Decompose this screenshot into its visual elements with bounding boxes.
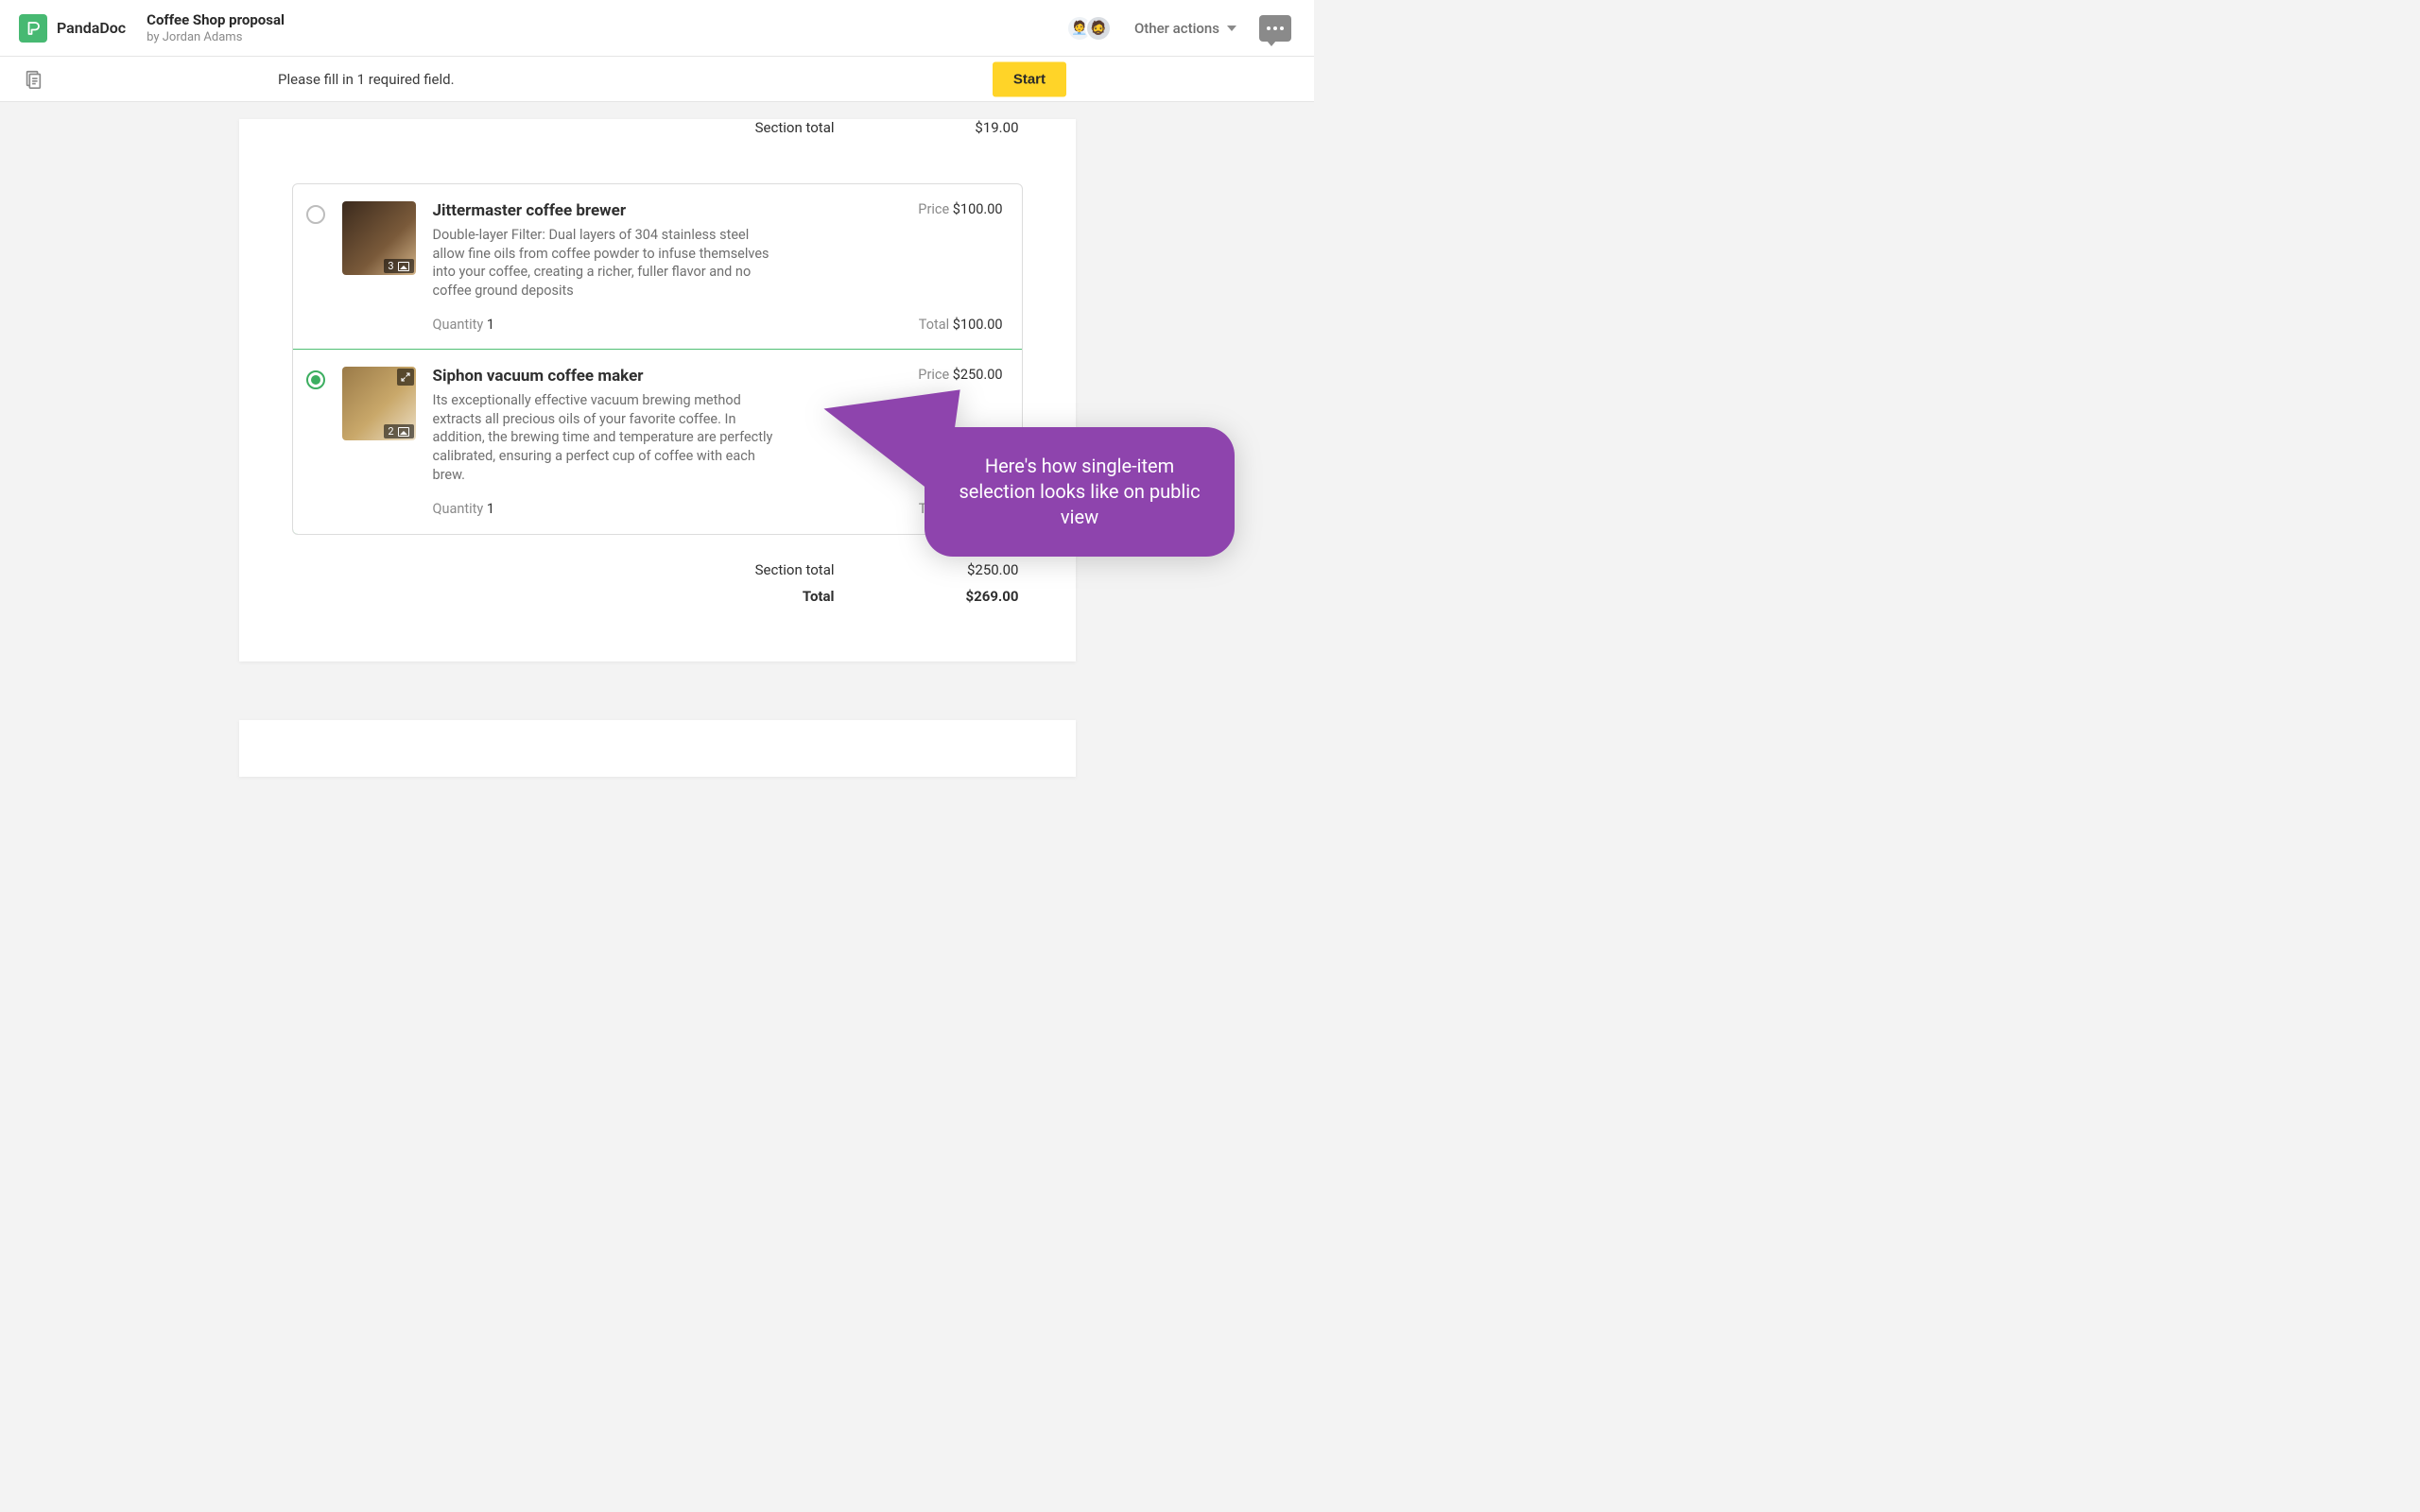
- required-fields-message: Please fill in 1 required field.: [278, 71, 455, 88]
- radio-selected[interactable]: [306, 370, 325, 389]
- start-button[interactable]: Start: [993, 61, 1066, 96]
- line-total-value: $100.00: [953, 317, 1003, 333]
- radio-unselected[interactable]: [306, 205, 325, 224]
- document-author: by Jordan Adams: [147, 30, 285, 44]
- other-actions-label: Other actions: [1134, 20, 1219, 37]
- product-footer: Quantity 1 Total $100.00: [433, 317, 1003, 333]
- collaborator-avatars[interactable]: 🧑‍💼 🧔: [1066, 15, 1112, 42]
- product-price: Price $100.00: [918, 201, 1002, 217]
- quantity-value: 1: [487, 317, 494, 333]
- document-meta: Coffee Shop proposal by Jordan Adams: [147, 11, 285, 44]
- brand-logo: [19, 14, 47, 43]
- product-thumbnail[interactable]: 2: [342, 367, 416, 440]
- section-total-label: Section total: [755, 561, 835, 578]
- document-title: Coffee Shop proposal: [147, 11, 285, 28]
- document-outline-button[interactable]: [23, 69, 43, 90]
- author-prefix: by: [147, 30, 163, 44]
- section-total-row: Section total $250.00: [277, 561, 1038, 578]
- expand-thumbnail-button[interactable]: [397, 369, 414, 386]
- avatar[interactable]: 🧔: [1085, 15, 1112, 42]
- chat-icon: [1267, 26, 1284, 30]
- product-body: Jittermaster coffee brewer Double-layer …: [433, 201, 1003, 333]
- section-total-label: Section total: [755, 119, 835, 136]
- quantity-value: 1: [487, 501, 494, 517]
- quantity-label: Quantity 1: [433, 317, 495, 333]
- panda-icon: [25, 20, 42, 37]
- chevron-down-icon: [1227, 26, 1236, 31]
- grand-total-label: Total: [803, 588, 835, 605]
- section-total-row: Section total $19.00: [277, 119, 1038, 136]
- product-thumbnail[interactable]: 3: [342, 201, 416, 275]
- product-name: Jittermaster coffee brewer: [433, 201, 1003, 220]
- grand-total-value: $269.00: [948, 588, 1019, 605]
- product-footer: Quantity 1 Total $250.00: [433, 501, 1003, 517]
- required-fields-bar: Please fill in 1 required field. Start: [0, 57, 1314, 102]
- annotation-callout: Here's how single-item selection looks l…: [925, 427, 1235, 557]
- thumbnail-count-badge: 2: [384, 424, 413, 438]
- brand-name: PandaDoc: [57, 19, 126, 37]
- document-page: [239, 720, 1076, 777]
- price-value: $250.00: [953, 367, 1003, 383]
- callout-text: Here's how single-item selection looks l…: [959, 455, 1200, 528]
- other-actions-menu[interactable]: Other actions: [1134, 20, 1236, 37]
- grand-total-row: Total $269.00: [277, 588, 1038, 605]
- section-total-value: $250.00: [948, 561, 1019, 578]
- product-description: Its exceptionally effective vacuum brewi…: [433, 391, 783, 484]
- product-price: Price $250.00: [918, 367, 1002, 383]
- price-value: $100.00: [953, 201, 1003, 217]
- product-description: Double-layer Filter: Dual layers of 304 …: [433, 226, 783, 300]
- thumbnail-count: 2: [388, 425, 393, 438]
- chat-button[interactable]: [1259, 15, 1291, 42]
- thumbnail-count-badge: 3: [384, 259, 413, 273]
- pages-icon: [23, 69, 43, 90]
- line-total-label: Total $100.00: [919, 317, 1003, 333]
- thumbnail-count: 3: [388, 260, 393, 272]
- author-name: Jordan Adams: [163, 30, 243, 44]
- image-icon: [398, 262, 409, 271]
- document-viewport[interactable]: Section total $19.00 3 Jittermaster coff…: [0, 102, 1314, 820]
- expand-icon: [400, 371, 411, 383]
- section-total-value: $19.00: [948, 119, 1019, 136]
- image-icon: [398, 427, 409, 437]
- app-header: PandaDoc Coffee Shop proposal by Jordan …: [0, 0, 1314, 57]
- quantity-label: Quantity 1: [433, 501, 495, 517]
- product-option[interactable]: 3 Jittermaster coffee brewer Double-laye…: [293, 184, 1022, 350]
